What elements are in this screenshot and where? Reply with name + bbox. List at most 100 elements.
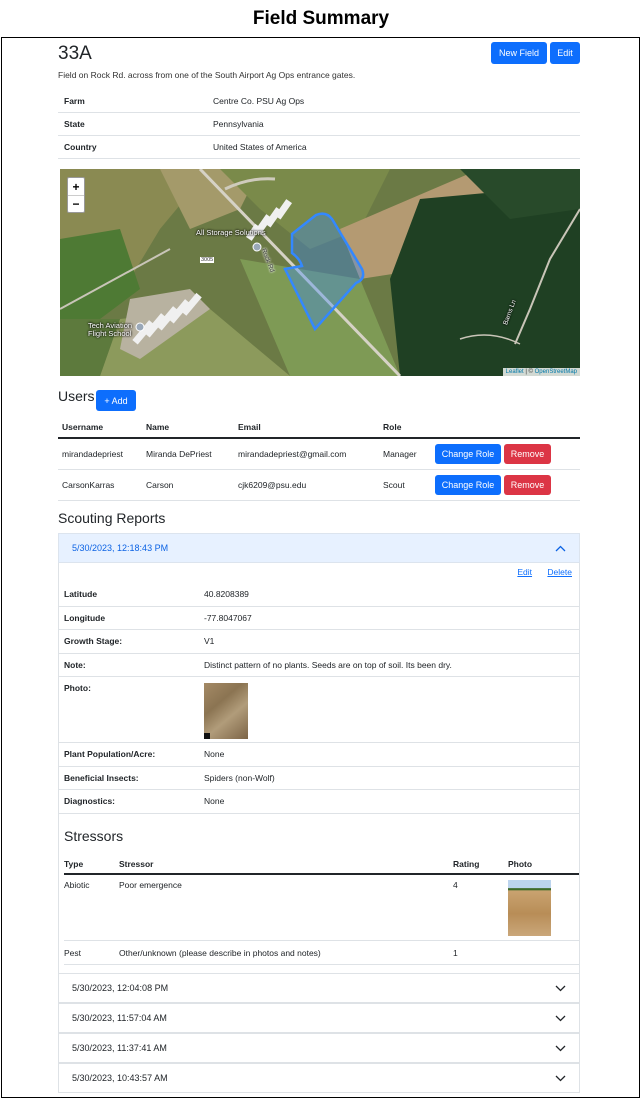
detail-value: 40.8208389 [204, 589, 249, 600]
report-accordion-item[interactable]: 5/30/2023, 11:37:41 AM [58, 1033, 580, 1063]
detail-key: Longitude [64, 612, 106, 623]
info-value: United States of America [213, 142, 307, 152]
remove-user-button[interactable]: Remove [504, 475, 551, 495]
column-header-username: Username [62, 422, 104, 432]
scouting-reports-heading: Scouting Reports [58, 510, 166, 526]
detail-key: Latitude [64, 589, 98, 600]
user-name: Carson [146, 480, 174, 490]
app-frame: 33A Field on Rock Rd. across from one of… [1, 37, 640, 1098]
user-role: Manager [383, 449, 417, 459]
report-actions: Edit Delete [504, 567, 572, 577]
report-accordion-body: Edit Delete Latitude 40.8208389 Longitud… [58, 563, 580, 973]
detail-row: Latitude 40.8208389 [59, 583, 579, 607]
add-user-button[interactable]: + Add [96, 390, 136, 411]
detail-key: Photo: [64, 683, 91, 693]
edit-report-link[interactable]: Edit [517, 567, 532, 577]
report-timestamp: 5/30/2023, 10:43:57 AM [72, 1073, 168, 1083]
new-field-button[interactable]: New Field [491, 42, 547, 64]
report-accordion-item[interactable]: 5/30/2023, 12:04:08 PM [58, 973, 580, 1003]
info-value: Centre Co. PSU Ag Ops [213, 96, 305, 106]
chevron-down-icon [555, 1075, 566, 1081]
stressors-table-header: Type Stressor Rating Photo [64, 855, 579, 875]
detail-value: -77.8047067 [204, 612, 252, 623]
info-row-state: State Pennsylvania [58, 113, 580, 136]
report-accordion-item[interactable]: 5/30/2023, 10:43:57 AM [58, 1063, 580, 1093]
chevron-down-icon [555, 1015, 566, 1021]
detail-value: V1 [204, 636, 215, 647]
field-map[interactable]: + − All Storage Solutions Tech Aviation … [60, 169, 580, 376]
column-header-photo: Photo [508, 859, 533, 869]
column-header-name: Name [146, 422, 170, 432]
stressor-photo-thumbnail[interactable] [508, 880, 551, 936]
table-row: Abiotic Poor emergence 4 [64, 875, 579, 941]
report-accordion-item[interactable]: 5/30/2023, 11:57:04 AM [58, 1003, 580, 1033]
page-caption: Field Summary [252, 8, 390, 29]
field-title: 33A [58, 43, 92, 64]
stressor-type: Abiotic [64, 880, 90, 890]
remove-user-button[interactable]: Remove [504, 444, 551, 464]
detail-row: Growth Stage: V1 [59, 630, 579, 654]
user-username: mirandadepriest [62, 449, 123, 459]
report-details-table: Latitude 40.8208389 Longitude -77.804706… [59, 583, 579, 814]
stressors-table: Type Stressor Rating Photo Abiotic Poor … [64, 855, 579, 965]
user-role: Scout [383, 480, 405, 490]
leaflet-link[interactable]: Leaflet [506, 369, 524, 375]
users-heading: Users [58, 388, 95, 404]
detail-value: Distinct pattern of no plants. Seeds are… [204, 659, 452, 670]
detail-key: Note: [64, 659, 86, 670]
info-row-country: Country United States of America [58, 136, 580, 159]
info-row-farm: Farm Centre Co. PSU Ag Ops [58, 90, 580, 113]
users-table: Username Name Email Role mirandadepriest… [58, 417, 580, 501]
stressor-name: Other/unknown (please describe in photos… [119, 947, 321, 958]
change-role-button[interactable]: Change Role [435, 475, 501, 495]
detail-row: Longitude -77.8047067 [59, 607, 579, 630]
column-header-role: Role [383, 422, 402, 432]
change-role-button[interactable]: Change Role [435, 444, 501, 464]
info-key: Country [64, 142, 97, 152]
user-email: mirandadepriest@gmail.com [238, 449, 347, 459]
table-row: mirandadepriest Miranda DePriest miranda… [58, 439, 580, 470]
detail-row: Note: Distinct pattern of no plants. See… [59, 654, 579, 677]
report-photo-thumbnail[interactable] [204, 683, 248, 739]
field-info-table: Farm Centre Co. PSU Ag Ops State Pennsyl… [58, 90, 580, 159]
delete-report-link[interactable]: Delete [547, 567, 572, 577]
column-header-rating: Rating [453, 859, 480, 869]
stressors-heading: Stressors [64, 828, 124, 844]
detail-value: None [204, 796, 225, 807]
detail-row: Diagnostics: None [59, 790, 579, 814]
detail-key: Plant Population/Acre: [64, 749, 156, 760]
detail-key: Growth Stage: [64, 636, 123, 647]
report-timestamp: 5/30/2023, 11:37:41 AM [72, 1043, 167, 1053]
detail-row-photo: Photo: [59, 677, 579, 743]
column-header-stressor: Stressor [119, 859, 154, 869]
detail-value: Spiders (non-Wolf) [204, 772, 275, 783]
info-key: State [64, 119, 85, 129]
info-value: Pennsylvania [213, 119, 264, 129]
report-timestamp: 5/30/2023, 12:04:08 PM [72, 983, 169, 993]
info-key: Farm [64, 96, 85, 106]
column-header-type: Type [64, 859, 84, 869]
chevron-up-icon [555, 545, 566, 551]
map-zoom-controls: + − [67, 177, 85, 213]
map-route-shield: 3005 [200, 257, 215, 263]
table-row: CarsonKarras Carson cjk6209@psu.edu Scou… [58, 470, 580, 501]
satellite-imagery [60, 169, 580, 376]
stressor-rating: 4 [453, 880, 458, 890]
user-email: cjk6209@psu.edu [238, 480, 307, 490]
detail-key: Diagnostics: [64, 796, 116, 807]
report-accordion-header-expanded[interactable]: 5/30/2023, 12:18:43 PM [58, 533, 580, 563]
field-description: Field on Rock Rd. across from one of the… [58, 70, 356, 80]
zoom-out-button[interactable]: − [68, 195, 84, 212]
map-label-storage: All Storage Solutions [196, 228, 266, 237]
edit-field-button[interactable]: Edit [550, 42, 580, 64]
openstreetmap-link[interactable]: OpenStreetMap [535, 369, 577, 375]
map-attribution: Leaflet | © OpenStreetMap [502, 368, 580, 376]
chevron-down-icon [555, 985, 566, 991]
report-timestamp: 5/30/2023, 12:18:43 PM [72, 543, 169, 553]
report-timestamp: 5/30/2023, 11:57:04 AM [72, 1013, 167, 1023]
users-table-header: Username Name Email Role [58, 417, 580, 439]
user-username: CarsonKarras [62, 480, 115, 490]
table-row: Pest Other/unknown (please describe in p… [64, 941, 579, 965]
map-label-aviation: Tech Aviation Flight School [88, 321, 133, 339]
zoom-in-button[interactable]: + [68, 178, 84, 195]
